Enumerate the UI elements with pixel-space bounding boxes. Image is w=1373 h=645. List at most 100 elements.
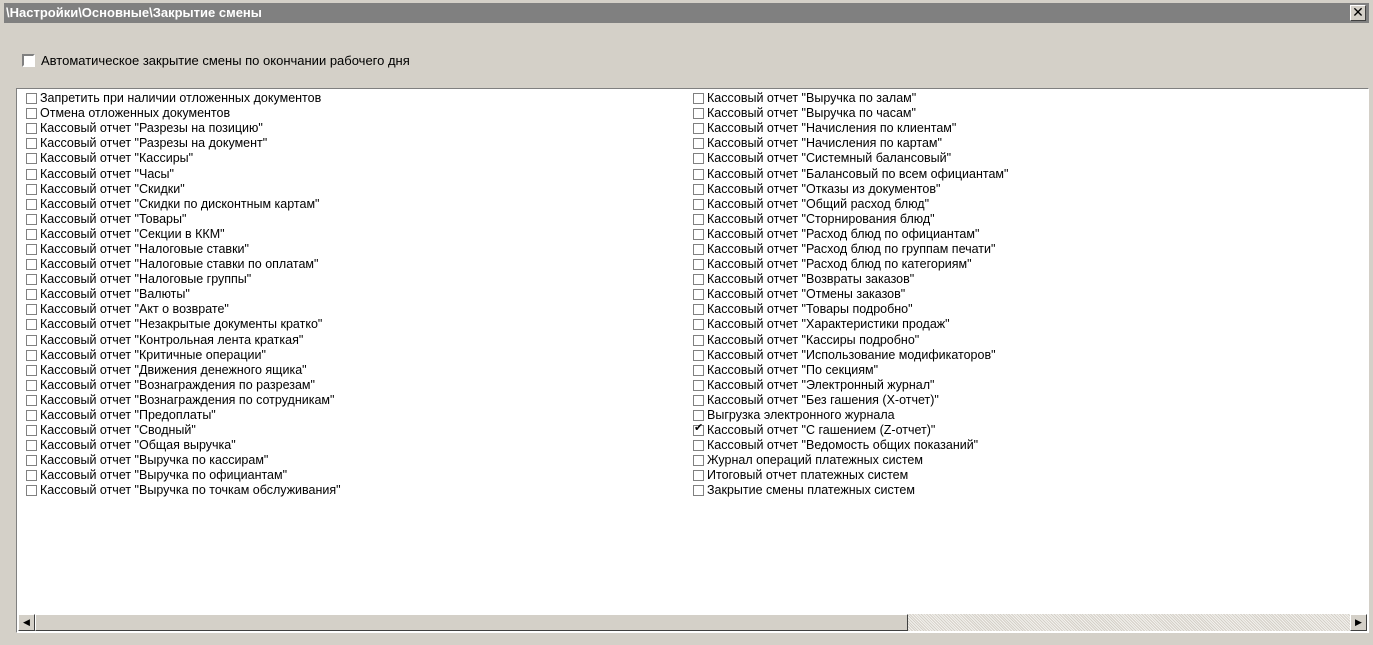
item-checkbox[interactable] bbox=[26, 440, 37, 452]
item-checkbox[interactable] bbox=[693, 243, 704, 255]
checklist-item[interactable]: Кассовый отчет "Кассиры подробно" bbox=[693, 333, 1008, 348]
checklist-item[interactable]: Кассовый отчет "Без гашения (X-отчет)" bbox=[693, 393, 1008, 408]
checklist-item[interactable]: Кассовый отчет "Выручка по залам" bbox=[693, 91, 1008, 106]
item-checkbox[interactable] bbox=[693, 93, 704, 105]
checklist-item[interactable]: Итоговый отчет платежных систем bbox=[693, 468, 1008, 483]
checklist-item[interactable]: Кассовый отчет "Балансовый по всем офици… bbox=[693, 166, 1008, 181]
item-checkbox[interactable] bbox=[26, 289, 37, 301]
checklist-item[interactable]: Кассовый отчет "Движения денежного ящика… bbox=[26, 363, 341, 378]
checklist-item[interactable]: Кассовый отчет "Сводный" bbox=[26, 423, 341, 438]
item-checkbox[interactable] bbox=[693, 379, 704, 391]
checklist-item[interactable]: Кассовый отчет "Выручка по официантам" bbox=[26, 468, 341, 483]
item-checkbox[interactable] bbox=[26, 198, 37, 210]
close-button[interactable]: ✕ bbox=[1350, 5, 1366, 21]
checklist-item[interactable]: Кассовый отчет "Разрезы на документ" bbox=[26, 136, 341, 151]
checklist-item[interactable]: Кассовый отчет "Вознаграждения по сотруд… bbox=[26, 393, 341, 408]
checklist-item[interactable]: Кассовый отчет "Налоговые ставки" bbox=[26, 242, 341, 257]
checklist-item[interactable]: Кассовый отчет "Общий расход блюд" bbox=[693, 197, 1008, 212]
checklist-item[interactable]: Выгрузка электронного журнала bbox=[693, 408, 1008, 423]
checklist-item[interactable]: Кассовый отчет "Контрольная лента кратка… bbox=[26, 333, 341, 348]
checklist-item[interactable]: Кассовый отчет "Часы" bbox=[26, 166, 341, 181]
checklist-item[interactable]: Кассовый отчет "Критичные операции" bbox=[26, 348, 341, 363]
item-checkbox[interactable] bbox=[26, 259, 37, 271]
item-checkbox[interactable] bbox=[693, 183, 704, 195]
checklist-item[interactable]: ✔ Кассовый отчет "С гашением (Z-отчет)" bbox=[693, 423, 1008, 438]
item-checkbox[interactable] bbox=[26, 183, 37, 195]
checklist-item[interactable]: Кассовый отчет "Возвраты заказов" bbox=[693, 272, 1008, 287]
checklist-item[interactable]: Журнал операций платежных систем bbox=[693, 453, 1008, 468]
item-checkbox[interactable] bbox=[693, 274, 704, 286]
checklist-item[interactable]: Кассовый отчет "Использование модификато… bbox=[693, 348, 1008, 363]
checklist-item[interactable]: Кассовый отчет "Отмены заказов" bbox=[693, 287, 1008, 302]
item-checkbox[interactable] bbox=[26, 138, 37, 150]
item-checkbox[interactable] bbox=[693, 289, 704, 301]
checklist-item[interactable]: Кассовый отчет "Скидки" bbox=[26, 182, 341, 197]
checklist-item[interactable]: Кассовый отчет "Электронный журнал" bbox=[693, 378, 1008, 393]
item-checkbox[interactable] bbox=[26, 153, 37, 165]
item-checkbox[interactable] bbox=[26, 213, 37, 225]
scroll-thumb[interactable] bbox=[35, 614, 908, 631]
checklist-item[interactable]: Кассовый отчет "Выручка по кассирам" bbox=[26, 453, 341, 468]
item-checkbox[interactable] bbox=[26, 168, 37, 180]
item-checkbox[interactable] bbox=[693, 334, 704, 346]
item-checkbox[interactable] bbox=[693, 485, 704, 497]
checklist-item[interactable]: Кассовый отчет "Товары" bbox=[26, 212, 341, 227]
checklist-item[interactable]: Кассовый отчет "Расход блюд по категория… bbox=[693, 257, 1008, 272]
item-checkbox[interactable] bbox=[26, 243, 37, 255]
checklist-item[interactable]: Кассовый отчет "Предоплаты" bbox=[26, 408, 341, 423]
checklist-item[interactable]: Кассовый отчет "Характеристики продаж" bbox=[693, 317, 1008, 332]
checklist-item[interactable]: Кассовый отчет "Разрезы на позицию" bbox=[26, 121, 341, 136]
checklist-item[interactable]: Кассовый отчет "Системный балансовый" bbox=[693, 151, 1008, 166]
checklist-item[interactable]: Кассовый отчет "Начисления по картам" bbox=[693, 136, 1008, 151]
item-checkbox[interactable] bbox=[693, 138, 704, 150]
reports-checklist[interactable]: Запретить при наличии отложенных докумен… bbox=[16, 88, 1369, 633]
item-checkbox[interactable] bbox=[26, 455, 37, 467]
item-checkbox[interactable] bbox=[693, 213, 704, 225]
checklist-item[interactable]: Кассовый отчет "Товары подробно" bbox=[693, 302, 1008, 317]
item-checkbox[interactable] bbox=[26, 108, 37, 120]
item-checkbox[interactable] bbox=[26, 394, 37, 406]
item-checkbox[interactable] bbox=[693, 319, 704, 331]
item-checkbox[interactable] bbox=[26, 379, 37, 391]
item-checkbox[interactable] bbox=[26, 410, 37, 422]
checklist-item[interactable]: Кассовый отчет "Отказы из документов" bbox=[693, 182, 1008, 197]
item-checkbox[interactable] bbox=[693, 304, 704, 316]
checklist-item[interactable]: Закрытие смены платежных систем bbox=[693, 483, 1008, 498]
checklist-item[interactable]: Кассовый отчет "Расход блюд по группам п… bbox=[693, 242, 1008, 257]
item-checkbox[interactable] bbox=[26, 470, 37, 482]
checklist-item[interactable]: Кассовый отчет "Вознаграждения по разрез… bbox=[26, 378, 341, 393]
checklist-item[interactable]: Кассовый отчет "Акт о возврате" bbox=[26, 302, 341, 317]
checklist-item[interactable]: Отмена отложенных документов bbox=[26, 106, 341, 121]
item-checkbox[interactable] bbox=[26, 228, 37, 240]
checklist-item[interactable]: Кассовый отчет "Начисления по клиентам" bbox=[693, 121, 1008, 136]
checklist-item[interactable]: Кассовый отчет "Скидки по дисконтным кар… bbox=[26, 197, 341, 212]
item-checkbox[interactable] bbox=[26, 319, 37, 331]
checklist-item[interactable]: Кассовый отчет "Валюты" bbox=[26, 287, 341, 302]
checklist-item[interactable]: Запретить при наличии отложенных докумен… bbox=[26, 91, 341, 106]
item-checkbox[interactable] bbox=[693, 349, 704, 361]
item-checkbox[interactable] bbox=[693, 455, 704, 467]
checklist-item[interactable]: Кассовый отчет "Незакрытые документы кра… bbox=[26, 317, 341, 332]
checklist-item[interactable]: Кассовый отчет "Налоговые ставки по опла… bbox=[26, 257, 341, 272]
item-checkbox[interactable] bbox=[693, 440, 704, 452]
item-checkbox[interactable] bbox=[693, 168, 704, 180]
checklist-item[interactable]: Кассовый отчет "Выручка по точкам обслуж… bbox=[26, 483, 341, 498]
checklist-item[interactable]: Кассовый отчет "Расход блюд по официанта… bbox=[693, 227, 1008, 242]
checklist-item[interactable]: Кассовый отчет "Ведомость общих показани… bbox=[693, 438, 1008, 453]
checklist-item[interactable]: Кассовый отчет "Налоговые группы" bbox=[26, 272, 341, 287]
item-checkbox[interactable] bbox=[693, 228, 704, 240]
item-checkbox[interactable] bbox=[26, 334, 37, 346]
scroll-right-button[interactable]: ▶ bbox=[1350, 614, 1367, 631]
auto-close-checkbox[interactable] bbox=[22, 53, 35, 67]
checklist-item[interactable]: Кассовый отчет "Кассиры" bbox=[26, 151, 341, 166]
item-checkbox[interactable] bbox=[26, 485, 37, 497]
checklist-item[interactable]: Кассовый отчет "Сторнирования блюд" bbox=[693, 212, 1008, 227]
item-checkbox[interactable] bbox=[693, 108, 704, 120]
checklist-item[interactable]: Кассовый отчет "Общая выручка" bbox=[26, 438, 341, 453]
item-checkbox[interactable] bbox=[26, 304, 37, 316]
item-checkbox[interactable] bbox=[26, 123, 37, 135]
item-checkbox[interactable] bbox=[693, 153, 704, 165]
checklist-item[interactable]: Кассовый отчет "По секциям" bbox=[693, 363, 1008, 378]
item-checkbox[interactable] bbox=[693, 410, 704, 422]
item-checkbox[interactable] bbox=[693, 470, 704, 482]
